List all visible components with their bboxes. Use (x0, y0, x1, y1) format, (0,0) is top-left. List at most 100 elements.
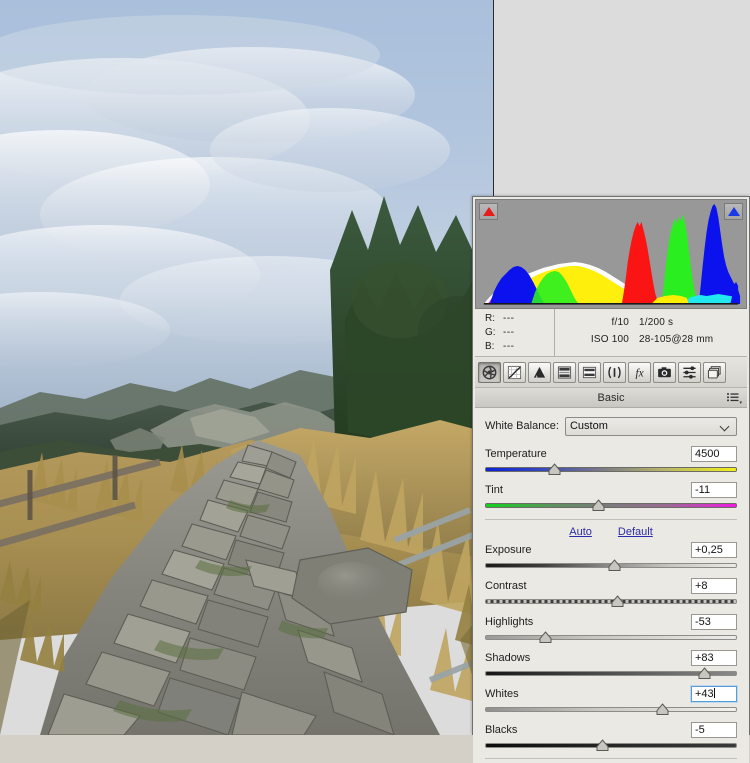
shadow-clipping-triangle-icon (482, 207, 495, 216)
slider-temperature: Temperature 4500 (485, 445, 737, 476)
fx-icon: fx (635, 367, 643, 379)
split-toning-icon (582, 366, 597, 378)
slider-temperature-head: Temperature 4500 (485, 445, 737, 462)
slider-whites-label: Whites (485, 687, 519, 700)
g-label: G: (485, 327, 496, 338)
white-balance-value: Custom (569, 420, 608, 432)
camera-calibration-tab[interactable] (653, 361, 676, 383)
lens-correction-icon (608, 366, 621, 378)
r-label: R: (485, 313, 495, 324)
slider-contrast-track-area[interactable] (485, 595, 737, 608)
highlight-clipping-warning-button[interactable] (724, 203, 743, 220)
auto-button[interactable]: Auto (569, 526, 592, 538)
slider-whites-input[interactable]: +43 (691, 685, 737, 702)
slider-highlights-track (485, 635, 737, 640)
detail-tab[interactable] (528, 361, 551, 383)
rgb-sample-readout: R: --- G: --- B: --- (475, 309, 555, 356)
slider-highlights-input[interactable]: -53 (691, 613, 737, 630)
chevron-down-icon (721, 422, 730, 431)
text-caret (713, 687, 715, 698)
panel-menu-button[interactable] (726, 391, 742, 404)
white-balance-label: White Balance: (485, 420, 559, 432)
slider-whites-value: +43 (695, 687, 714, 700)
basic-section-header[interactable]: Basic (475, 388, 747, 408)
hsl-grayscale-tab[interactable] (553, 361, 576, 383)
camera-icon (658, 366, 671, 377)
slider-blacks-input[interactable]: -5 (691, 721, 737, 738)
snapshots-tab[interactable] (703, 361, 726, 383)
slider-tint-label: Tint (485, 483, 503, 496)
panel-title: Basic (597, 391, 625, 404)
slider-tint-track (485, 503, 737, 508)
slider-tint-input[interactable]: -11 (691, 481, 737, 498)
slider-whites-track (485, 707, 737, 712)
camera-raw-adjustment-panel: R: --- G: --- B: --- f/10 1/200 s ISO 100… (472, 196, 750, 763)
auto-default-row: Auto Default (485, 519, 737, 538)
slider-tint-thumb[interactable] (592, 499, 605, 512)
effects-tab[interactable]: fx (628, 361, 651, 383)
slider-temperature-input[interactable]: 4500 (691, 445, 737, 462)
photo-image (0, 0, 493, 735)
histogram-plot (483, 204, 741, 305)
exif-row-bottom: ISO 100 28-105@28 mm (555, 331, 747, 348)
slider-highlights-track-area[interactable] (485, 631, 737, 644)
slider-tint-track-area[interactable] (485, 499, 737, 512)
slider-exposure-track-area[interactable] (485, 559, 737, 572)
slider-contrast-label: Contrast (485, 579, 527, 592)
split-toning-tab[interactable] (578, 361, 601, 383)
presets-tab[interactable] (678, 361, 701, 383)
lens-corrections-tab[interactable] (603, 361, 626, 383)
slider-whites: Whites +43 (485, 685, 737, 716)
slider-shadows-track-area[interactable] (485, 667, 737, 680)
slider-highlights-thumb[interactable] (539, 631, 552, 644)
panel-menu-icon (727, 393, 742, 404)
slider-blacks-head: Blacks -5 (485, 721, 737, 738)
exif-row-top: f/10 1/200 s (555, 314, 747, 331)
basic-tab[interactable] (478, 361, 501, 383)
photo-preview[interactable] (0, 0, 494, 735)
slider-whites-thumb[interactable] (656, 703, 669, 716)
slider-temperature-track (485, 467, 737, 472)
slider-shadows-head: Shadows +83 (485, 649, 737, 666)
aperture-icon (482, 365, 497, 379)
snapshots-layers-icon (707, 365, 721, 378)
b-value: --- (503, 341, 515, 352)
slider-contrast-head: Contrast +8 (485, 577, 737, 594)
detail-triangle-icon (533, 366, 546, 378)
r-value: --- (503, 313, 515, 324)
histogram[interactable] (475, 199, 747, 309)
b-label: B: (485, 341, 495, 352)
exposure-settings: f/10 1/200 s ISO 100 28-105@28 mm (555, 309, 747, 356)
highlight-clipping-triangle-icon (727, 207, 740, 216)
slider-blacks-track-area[interactable] (485, 739, 737, 752)
slider-tint: Tint -11 (485, 481, 737, 512)
slider-whites-track-area[interactable] (485, 703, 737, 716)
panel-tab-toolbar: fx (475, 357, 747, 388)
slider-contrast-input[interactable]: +8 (691, 577, 737, 594)
slider-shadows-thumb[interactable] (698, 667, 711, 680)
tone-curve-icon (507, 365, 522, 379)
slider-shadows: Shadows +83 (485, 649, 737, 680)
slider-blacks-thumb[interactable] (596, 739, 609, 752)
g-value: --- (503, 327, 515, 338)
lens-value: 28-105@28 mm (639, 334, 714, 345)
slider-exposure-head: Exposure +0,25 (485, 541, 737, 558)
slider-temperature-track-area[interactable] (485, 463, 737, 476)
slider-blacks-track (485, 743, 737, 748)
shadow-clipping-warning-button[interactable] (479, 203, 498, 220)
aperture-value: f/10 (611, 317, 629, 328)
slider-contrast-thumb[interactable] (611, 595, 624, 608)
tone-curve-tab[interactable] (503, 361, 526, 383)
slider-shadows-input[interactable]: +83 (691, 649, 737, 666)
shutter-speed-value: 1/200 s (639, 317, 674, 328)
default-button[interactable]: Default (618, 526, 653, 538)
white-balance-select[interactable]: Custom (564, 416, 737, 436)
presets-sliders-icon (683, 365, 696, 379)
slider-exposure-label: Exposure (485, 543, 532, 556)
slider-blacks: Blacks -5 (485, 721, 737, 752)
iso-value: ISO 100 (590, 334, 629, 345)
slider-contrast: Contrast +8 (485, 577, 737, 608)
slider-temperature-thumb[interactable] (548, 463, 561, 476)
slider-exposure-input[interactable]: +0,25 (691, 541, 737, 558)
slider-exposure-thumb[interactable] (608, 559, 621, 572)
